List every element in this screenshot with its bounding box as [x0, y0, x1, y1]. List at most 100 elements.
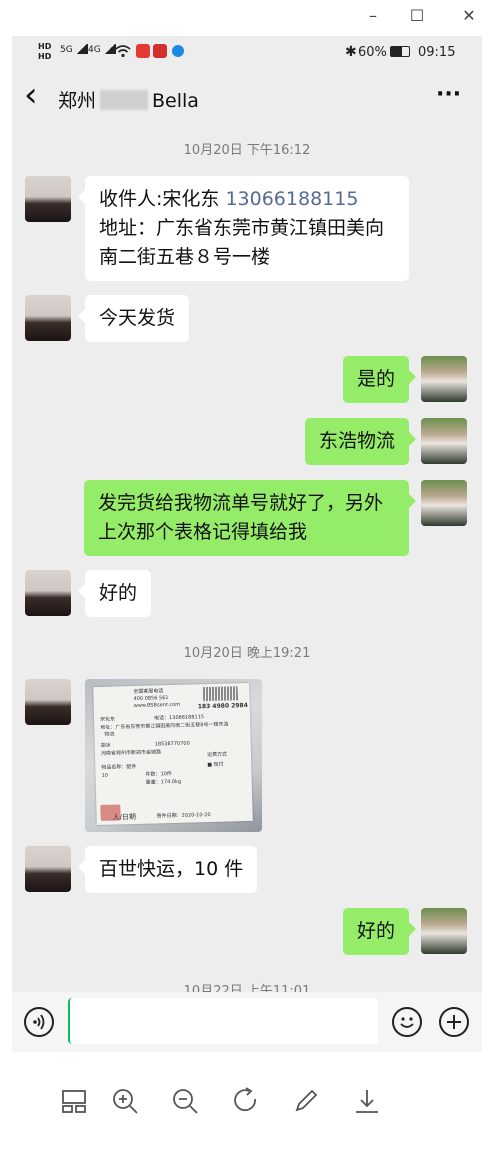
close-button[interactable]: ✕ [457, 4, 481, 28]
self-avatar[interactable] [421, 908, 467, 954]
contact-avatar[interactable] [25, 846, 71, 892]
message-text: 百世快运，10 件 [99, 858, 244, 880]
message-bubble-sent[interactable]: 好的 [342, 908, 417, 955]
waybill-sender-phone: 18538770700 [154, 740, 190, 748]
waybill-sender: 胡冰 [100, 742, 111, 749]
voice-button[interactable] [24, 1007, 54, 1037]
message-bubble-sent[interactable]: 东浩物流 [304, 418, 417, 465]
message-bubble-received[interactable]: 今天发货 [77, 295, 190, 342]
waybill-text: 10件 [160, 771, 172, 778]
message-bubble-received[interactable]: 好的 [77, 570, 152, 617]
message-bubble-sent[interactable]: 发完货给我物流单号就好了，另外 上次那个表格记得填给我 [84, 480, 416, 556]
more-options-button[interactable]: ··· [436, 82, 461, 107]
edit-button[interactable] [291, 1086, 321, 1116]
message-text: 南二街五巷８号一楼 [99, 246, 271, 268]
waybill-text: 电话： [153, 715, 170, 722]
waybill-pay-option: ■ 现付 [207, 761, 224, 769]
maximize-button[interactable]: ☐ [405, 4, 429, 28]
back-button[interactable]: ‹ [24, 78, 38, 112]
waybill-goods: 物品名称：配件 [101, 763, 137, 771]
message-text: 地址：广东省东莞市黄江镇田美向 [99, 217, 385, 239]
bluetooth-icon: ✱ [345, 44, 357, 60]
timestamp: 10月20日 晚上19:21 [183, 646, 311, 661]
waybill-paper: 全国客服电话 400 0856 561 www.BSBsent.com 183 … [93, 682, 253, 826]
viewer-toolbar [0, 1060, 493, 1152]
waybill-text: 物流 [104, 731, 115, 738]
message-list[interactable]: 10月20日 下午16:12 收件人:宋化东 13066188115 地址：广东… [12, 128, 482, 992]
message-text: 东浩物流 [318, 430, 395, 452]
close-icon: ✕ [462, 6, 476, 25]
clock: 09:15 [418, 45, 456, 60]
minimize-button[interactable]: – [361, 4, 385, 28]
message-text: 好的 [356, 920, 395, 942]
message-text: 收件人:宋化东 [99, 188, 226, 210]
chevron-left-icon: ‹ [24, 75, 38, 115]
chat-title-name: Bella [152, 90, 199, 112]
pencil-icon [295, 1089, 318, 1112]
signal-5g-label: 5G [60, 45, 73, 55]
phone-link[interactable]: 13066188115 [225, 188, 358, 210]
message-text: 是的 [356, 368, 395, 390]
waybill-pieces: 件数：10件 [145, 771, 172, 779]
waybill-weight: 重量：174.0kg [146, 779, 182, 787]
barcode-icon [203, 686, 238, 702]
contact-avatar[interactable] [25, 570, 71, 616]
zoom-out-button[interactable] [170, 1086, 200, 1116]
zoom-in-icon [113, 1089, 138, 1114]
battery-level [391, 47, 402, 56]
tracking-number: 183 4980 2984 [197, 702, 248, 711]
contact-avatar[interactable] [25, 679, 71, 725]
maximize-icon: ☐ [409, 6, 425, 25]
message-bubble-received[interactable]: 收件人:宋化东 13066188115 地址：广东省东莞市黄江镇田美向 南二街五… [78, 176, 409, 281]
more-icon: ··· [436, 82, 462, 107]
status-bar: HD HD 5G 4G ✱ 60% 09:15 [12, 36, 482, 70]
waybill-sender-address: 河南省郑州市新郑市金城路 [100, 749, 162, 757]
wifi-icon [115, 44, 131, 58]
download-icon [356, 1090, 378, 1113]
redacted-block [100, 90, 149, 110]
signal-icon [75, 44, 88, 54]
download-button[interactable] [352, 1086, 382, 1116]
message-bubble-received[interactable]: 百世快运，10 件 [77, 846, 258, 893]
zoom-in-button[interactable] [110, 1086, 140, 1116]
window-titlebar: – ☐ ✕ [0, 0, 493, 34]
emoji-button[interactable] [392, 1007, 422, 1037]
hd-label: HD [38, 52, 52, 61]
signal-4g-label: 4G [88, 45, 101, 55]
message-text: 好的 [99, 582, 138, 604]
more-functions-button[interactable] [439, 1007, 469, 1037]
phone-screen: HD HD 5G 4G ✱ 60% 09:15 ‹ 郑州 Bella ··· 1… [12, 36, 482, 1052]
self-avatar[interactable] [421, 480, 467, 526]
signal-5g: 5G [60, 44, 88, 55]
signal-4g: 4G [88, 44, 116, 55]
waybill-footer: 人/日期 [112, 812, 137, 822]
waybill-text: 地址： [100, 724, 116, 731]
app-notification-icon [136, 44, 150, 58]
contact-avatar[interactable] [25, 176, 71, 222]
contact-avatar[interactable] [25, 295, 71, 341]
signal-icon [103, 44, 116, 54]
message-text: 上次那个表格记得填给我 [98, 521, 308, 543]
message-input[interactable] [68, 998, 378, 1044]
input-bar [12, 992, 482, 1052]
rotate-button[interactable] [231, 1086, 261, 1116]
voice-icon [33, 1014, 45, 1030]
message-bubble-sent[interactable]: 是的 [342, 356, 417, 403]
waybill-date: 寄件日期：2020-10-20 [156, 812, 211, 820]
waybill-text: 重量： [145, 779, 161, 786]
emoji-icon [400, 1017, 414, 1028]
message-text: 今天发货 [99, 307, 176, 329]
waybill-text: 174.0kg [160, 778, 182, 786]
hd-label: HD [38, 42, 52, 51]
self-avatar[interactable] [421, 356, 467, 402]
waybill-photo[interactable]: 全国客服电话 400 0856 561 www.BSBsent.com 183 … [85, 679, 262, 832]
app-notification-icon [172, 45, 184, 57]
thumbnail-button[interactable] [59, 1086, 89, 1116]
battery-icon [390, 46, 410, 57]
self-avatar[interactable] [421, 418, 467, 464]
waybill-pay-method: 运费方式 [206, 751, 228, 759]
timestamp: 10月22日 上午11:01 [183, 984, 311, 992]
app-notification-icon [153, 44, 167, 58]
plus-icon [447, 1015, 461, 1029]
waybill-phone: 电话：13066188115 [154, 714, 204, 722]
